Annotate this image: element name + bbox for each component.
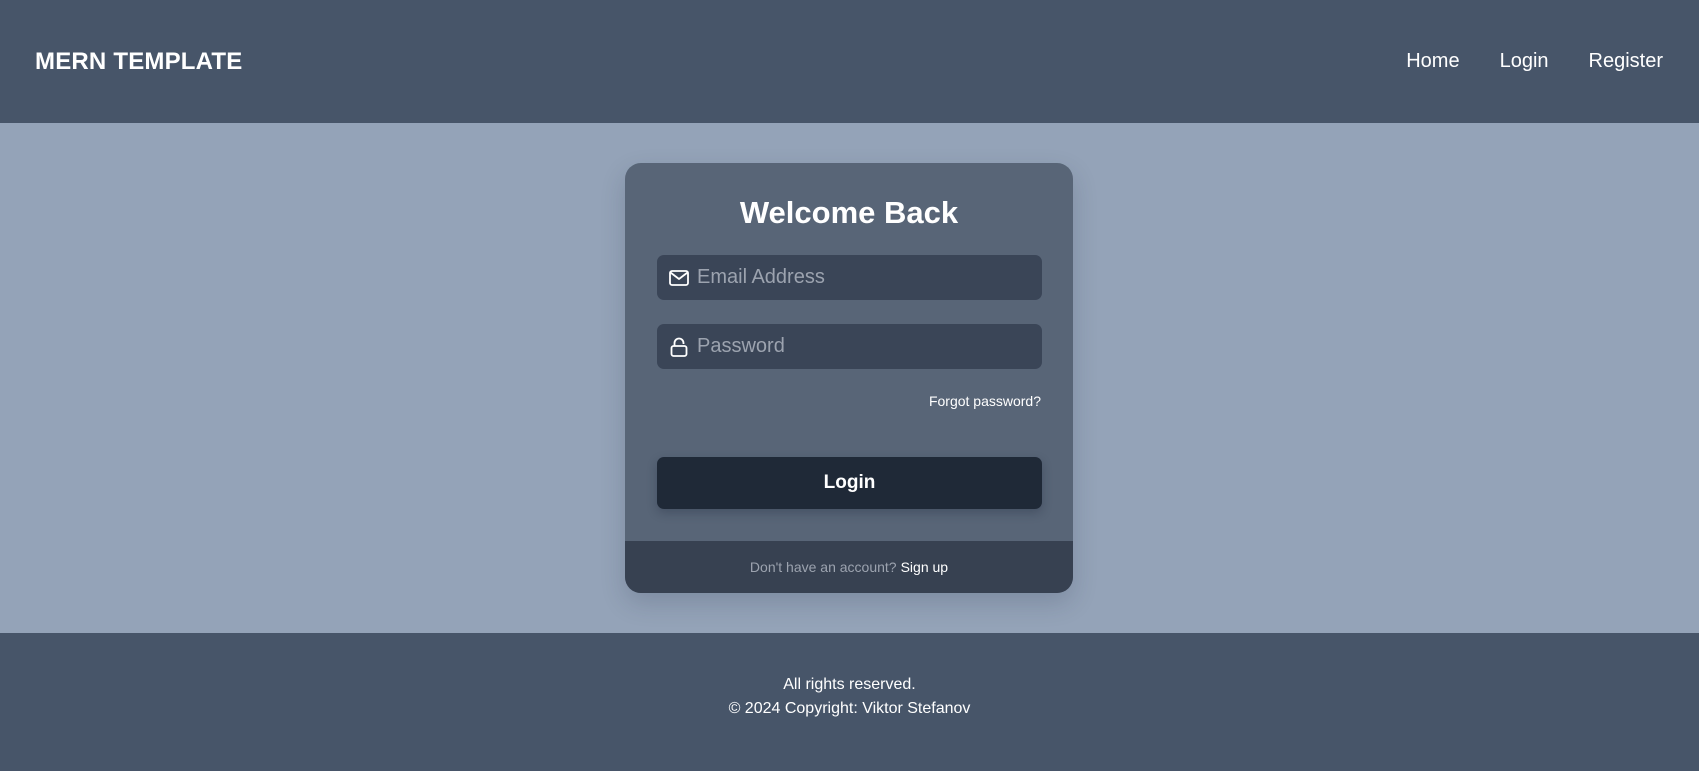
rights-text: All rights reserved. — [783, 676, 916, 693]
mail-icon — [669, 268, 689, 288]
copyright-text: © 2024 Copyright: Viktor Stefanov — [728, 700, 971, 717]
card-footer: Don't have an account? Sign up — [625, 541, 1073, 593]
brand-logo[interactable]: MERN TEMPLATE — [35, 48, 242, 76]
email-input[interactable] — [697, 266, 1042, 289]
navbar: MERN TEMPLATE Home Login Register — [0, 0, 1699, 123]
login-card: Welcome Back Forgot password? Login — [625, 163, 1073, 593]
nav-link-login[interactable]: Login — [1500, 50, 1549, 73]
login-button[interactable]: Login — [657, 457, 1042, 509]
nav-link-home[interactable]: Home — [1406, 50, 1459, 73]
forgot-password-link[interactable]: Forgot password? — [929, 393, 1041, 409]
nav-links: Home Login Register — [1406, 50, 1663, 73]
card-title: Welcome Back — [739, 195, 959, 230]
signup-link[interactable]: Sign up — [901, 559, 948, 575]
lock-icon — [669, 337, 689, 357]
page-footer: All rights reserved. © 2024 Copyright: V… — [0, 633, 1699, 771]
signup-prompt: Don't have an account? — [749, 559, 897, 575]
nav-link-register[interactable]: Register — [1589, 50, 1663, 73]
main-content: Welcome Back Forgot password? Login — [0, 123, 1699, 633]
email-field[interactable] — [657, 255, 1042, 300]
password-field[interactable] — [657, 324, 1042, 369]
password-input[interactable] — [697, 335, 1042, 358]
